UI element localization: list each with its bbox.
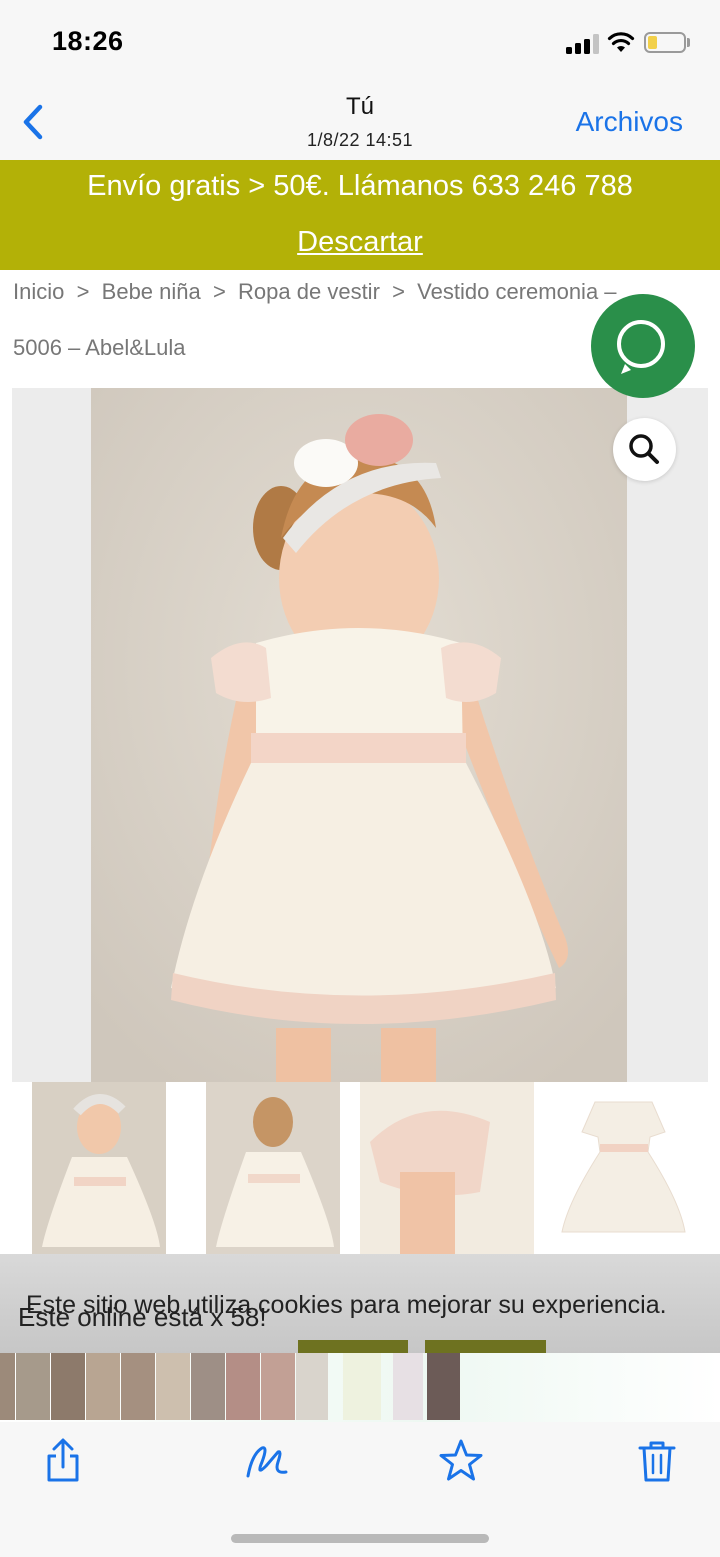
photo-content[interactable]: Inicio > Bebe niña > Ropa de vestir > Ve… xyxy=(0,160,720,1422)
nav-bar: Tú 1/8/22 14:51 Archivos xyxy=(0,88,720,160)
battery-icon xyxy=(644,32,686,53)
trash-icon[interactable] xyxy=(632,1436,682,1486)
status-bar: 18:26 xyxy=(0,0,720,88)
promo-banner: Envío gratis > 50€. Llámanos 633 246 788… xyxy=(0,160,720,270)
strip-thumb[interactable] xyxy=(343,1353,381,1420)
battery-nub xyxy=(687,38,690,47)
product-thumbnail-4[interactable] xyxy=(540,1082,708,1254)
strip-thumb[interactable] xyxy=(261,1353,295,1420)
zoom-icon xyxy=(629,434,659,464)
product-thumbnail-1[interactable] xyxy=(32,1082,166,1254)
whatsapp-icon xyxy=(617,320,665,374)
status-time: 18:26 xyxy=(52,26,124,56)
share-icon[interactable] xyxy=(38,1436,88,1486)
strip-thumb[interactable] xyxy=(121,1353,155,1420)
zoom-button[interactable] xyxy=(613,418,676,481)
product-thumbnail-2[interactable] xyxy=(206,1082,340,1254)
product-thumbnail-3[interactable] xyxy=(360,1082,534,1254)
markup-icon[interactable] xyxy=(242,1436,292,1486)
strip-thumb[interactable] xyxy=(156,1353,190,1420)
bottom-toolbar xyxy=(0,1422,720,1557)
strip-thumb[interactable] xyxy=(191,1353,225,1420)
photo-thumbnail-strip[interactable] xyxy=(0,1353,720,1423)
promo-dismiss-link[interactable]: Descartar xyxy=(0,226,720,259)
strip-thumb[interactable] xyxy=(51,1353,85,1420)
strip-thumb[interactable] xyxy=(0,1353,15,1420)
whatsapp-button[interactable] xyxy=(591,294,695,398)
product-image-frame xyxy=(12,388,708,1082)
promo-text: Envío gratis > 50€. Llámanos 633 246 788 xyxy=(87,170,633,202)
product-image[interactable] xyxy=(91,388,627,1082)
strip-thumb[interactable] xyxy=(296,1353,328,1420)
strip-thumb[interactable] xyxy=(393,1353,423,1420)
archivos-button[interactable]: Archivos xyxy=(576,106,683,138)
strip-thumb[interactable] xyxy=(226,1353,260,1420)
strip-thumb[interactable] xyxy=(86,1353,120,1420)
online-counter-text: Este online está x 58! xyxy=(18,1302,267,1332)
star-icon[interactable] xyxy=(436,1436,486,1486)
cellular-signal-icon xyxy=(566,34,602,54)
photo-viewer: 18:26 Tú 1/8/22 14:51 Archivos Inicio > … xyxy=(0,0,720,1557)
strip-thumb-selected[interactable] xyxy=(427,1353,460,1420)
home-indicator[interactable] xyxy=(231,1534,489,1543)
strip-thumb[interactable] xyxy=(16,1353,50,1420)
girl-dress-illustration xyxy=(91,388,627,1082)
wifi-icon xyxy=(607,32,635,52)
